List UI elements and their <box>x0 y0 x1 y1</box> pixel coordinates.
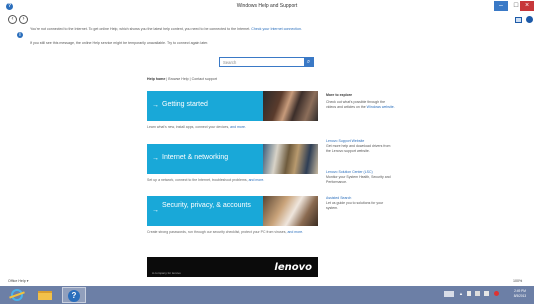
tile-label: Security, privacy, & accounts <box>162 202 251 209</box>
windows-website-link[interactable]: Windows website. <box>367 105 395 109</box>
search-box: ⌕ <box>219 57 314 67</box>
notice-line-1-text: You're not connected to the Internet. To… <box>30 27 252 31</box>
lenovo-logo: lenovo <box>274 262 312 273</box>
search-input[interactable] <box>220 58 304 66</box>
action-center-flag-icon[interactable] <box>467 291 471 296</box>
tile-description: Set up a network, connect to the Interne… <box>147 178 264 182</box>
tile-internet-networking[interactable]: → Internet & networking <box>147 144 318 174</box>
breadcrumb: Help home | Browse Help | Contact suppor… <box>147 77 217 81</box>
file-explorer-taskbar-button[interactable] <box>33 287 57 303</box>
banner-caption: A company for lenovo <box>152 271 181 275</box>
clock[interactable]: 2:49 PM 8/5/2013 <box>509 289 531 299</box>
title-bar: ? Windows Help and Support – □ × <box>0 0 534 14</box>
nav-bar: ‹ › <box>0 14 534 26</box>
tile-description: Learn what's new, install apps, connect … <box>147 125 246 129</box>
tile-bar[interactable]: → Security, privacy, & accounts <box>147 196 263 226</box>
volume-icon[interactable] <box>484 291 489 296</box>
tile-more-link[interactable]: and more. <box>287 230 303 234</box>
arrow-right-icon: → <box>152 102 159 109</box>
info-icon: i <box>17 32 23 38</box>
back-button[interactable]: ‹ <box>8 15 17 24</box>
zoom-level[interactable]: 100% <box>513 279 522 283</box>
keyboard-icon[interactable] <box>444 291 454 297</box>
tile-bar[interactable]: → Getting started <box>147 91 263 121</box>
help-home-link[interactable]: Help home <box>147 77 165 81</box>
sidebar-item: Lenovo Support Website Get more help and… <box>326 139 396 154</box>
help-taskbar-button[interactable]: ? <box>62 287 86 303</box>
tile-label: Getting started <box>162 101 208 108</box>
sidebar-item: Assisted Search Let us guide you to solu… <box>326 196 396 211</box>
search-icon[interactable]: ⌕ <box>304 58 313 66</box>
folder-icon <box>38 291 52 300</box>
minimize-button[interactable]: – <box>494 1 508 11</box>
sidebar-item: Lenovo Solution Center (LSC) Monitor you… <box>326 170 396 185</box>
show-hidden-icons-icon[interactable]: ▲ <box>459 291 463 296</box>
status-bar: Office Help ▾ 100% <box>0 277 534 286</box>
alert-icon[interactable] <box>494 291 499 296</box>
window-title: Windows Help and Support <box>236 3 298 9</box>
more-to-explore: More to explore Check out what's possibl… <box>326 93 396 110</box>
tile-photo <box>263 91 318 121</box>
tile-desc-text: Learn what's new, install apps, connect … <box>147 125 231 129</box>
network-icon[interactable] <box>475 291 480 296</box>
sidebar-item-desc: Monitor your System Health, Security and… <box>326 175 391 184</box>
tile-desc-text: Set up a network, connect to the Interne… <box>147 178 249 182</box>
tile-photo <box>263 144 318 174</box>
tile-photo <box>263 196 318 226</box>
internet-explorer-taskbar-button[interactable] <box>6 287 30 303</box>
tile-bar[interactable]: → Internet & networking <box>147 144 263 174</box>
tile-desc-text: Create strong passwords, run through our… <box>147 230 288 234</box>
arrow-right-icon: → <box>152 155 159 162</box>
forward-button[interactable]: › <box>19 15 28 24</box>
clock-date: 8/5/2013 <box>513 294 527 298</box>
office-help-dropdown[interactable]: Office Help ▾ <box>8 279 29 283</box>
tile-more-link[interactable]: and more. <box>249 178 265 182</box>
tile-more-link[interactable]: and more. <box>230 125 246 129</box>
internet-explorer-icon <box>11 289 23 301</box>
help-icon: ? <box>68 290 80 302</box>
breadcrumb-rest[interactable]: | Browse Help | Contact support <box>165 77 217 81</box>
sidebar-heading: More to explore <box>326 93 353 97</box>
taskbar: ? ▲ 2:49 PM 8/5/2013 <box>0 286 534 304</box>
arrow-right-icon: → <box>152 207 159 214</box>
sidebar-item-desc: Get more help and download drivers from … <box>326 144 391 153</box>
close-button[interactable]: × <box>520 1 534 11</box>
gear-icon[interactable] <box>526 16 533 23</box>
printer-icon[interactable] <box>515 17 522 23</box>
notice-line-2: If you still see this message, the onlin… <box>30 41 209 45</box>
tile-security-privacy[interactable]: → Security, privacy, & accounts <box>147 196 318 226</box>
sidebar-intro: Check out what's possible through the vi… <box>326 100 396 110</box>
notice-line-1: You're not connected to the Internet. To… <box>30 27 302 31</box>
sidebar-item-desc: Let us guide you to solutions for your s… <box>326 201 384 210</box>
check-connection-link[interactable]: Check your Internet connection. <box>251 27 302 31</box>
tile-label: Internet & networking <box>162 154 229 161</box>
tile-getting-started[interactable]: → Getting started <box>147 91 318 121</box>
tile-description: Create strong passwords, run through our… <box>147 230 318 235</box>
lenovo-banner[interactable]: A company for lenovo lenovo <box>147 257 318 277</box>
